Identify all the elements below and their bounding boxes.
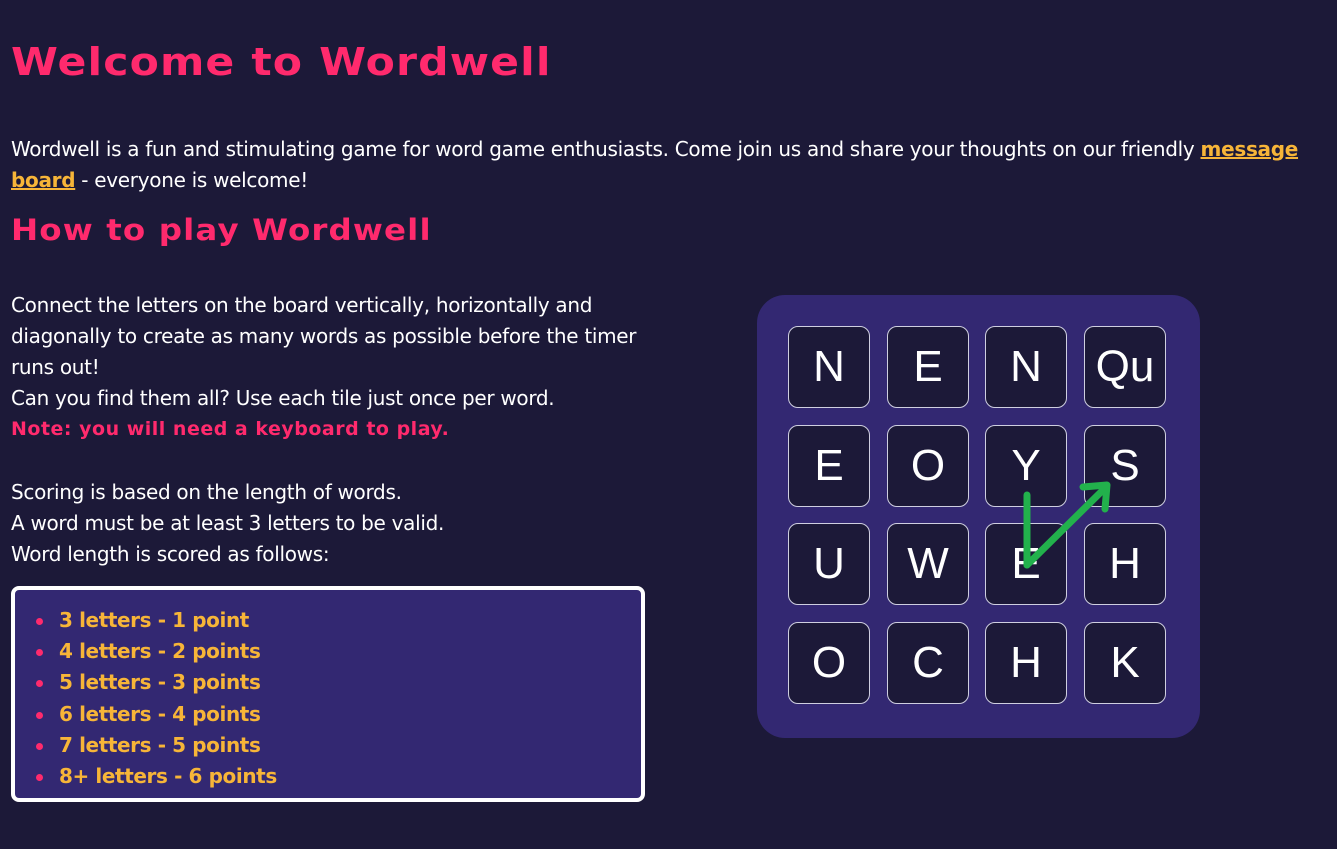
scoring-item: 5 letters - 3 points [36,667,641,698]
example-board: N E N Qu E O Y S U W E H O C H K [757,295,1200,738]
board-tile: Y [985,425,1067,507]
board-tile: E [985,523,1067,605]
board-tile: W [887,523,969,605]
board-tile: O [788,622,870,704]
scoring-item: 6 letters - 4 points [36,699,641,730]
board-tile: C [887,622,969,704]
scoring-list-box: 3 letters - 1 point 4 letters - 2 points… [11,586,645,802]
instructions: Connect the letters on the board vertica… [11,290,671,570]
board-tile: K [1084,622,1166,704]
keyboard-note: Note: you will need a keyboard to play. [11,418,450,440]
scoring-list: 3 letters - 1 point 4 letters - 2 points… [15,590,641,792]
how-to-play-title: How to play Wordwell [11,213,432,247]
board-tile: E [887,326,969,408]
instructions-line: Can you find them all? Use each tile jus… [11,386,555,410]
scoring-line: Word length is scored as follows: [11,542,330,566]
intro-text: Wordwell is a fun and stimulating game f… [11,137,1201,161]
board-tile: H [985,622,1067,704]
board-tile: Qu [1084,326,1166,408]
scoring-item: 8+ letters - 6 points [36,761,641,792]
scoring-line: Scoring is based on the length of words. [11,480,402,504]
instructions-line: Connect the letters on the board vertica… [11,293,637,379]
scoring-item: 3 letters - 1 point [36,605,641,636]
board-tile: U [788,523,870,605]
scoring-item: 7 letters - 5 points [36,730,641,761]
board-tile: O [887,425,969,507]
board-tile: N [788,326,870,408]
board-tile: H [1084,523,1166,605]
scoring-line: A word must be at least 3 letters to be … [11,511,445,535]
scoring-item: 4 letters - 2 points [36,636,641,667]
page-title: Welcome to Wordwell [11,40,552,84]
intro-paragraph: Wordwell is a fun and stimulating game f… [11,134,1311,196]
board-tile: N [985,326,1067,408]
board-tile: E [788,425,870,507]
intro-text-end: - everyone is welcome! [75,168,308,192]
board-tile: S [1084,425,1166,507]
